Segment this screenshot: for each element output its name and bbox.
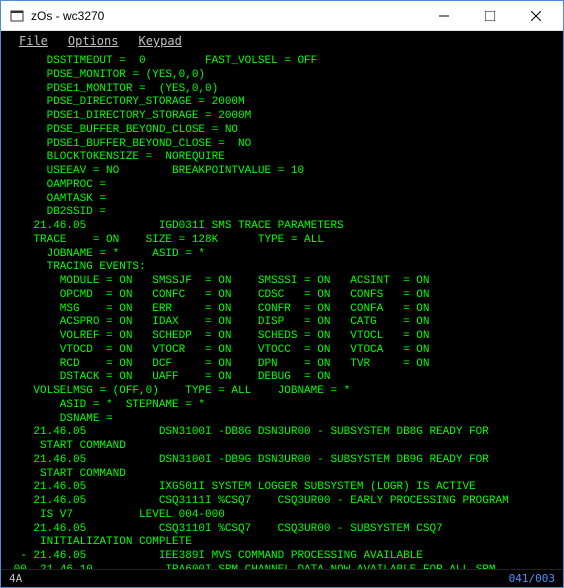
terminal-line: OAMPROC = — [7, 179, 557, 193]
menu-keypad[interactable]: Keypad — [128, 32, 191, 50]
terminal-screen[interactable]: DSSTIMEOUT = 0 FAST_VOLSEL = OFF PDSE_MO… — [1, 51, 563, 569]
terminal-line: ASID = * STEPNAME = * — [7, 399, 557, 413]
terminal-line: ACSPRO = ON IDAX = ON DISP = ON CATG = O… — [7, 316, 557, 330]
terminal-line: PDSE_DIRECTORY_STORAGE = 2000M — [7, 96, 557, 110]
window-controls — [421, 1, 559, 31]
terminal-line: PDSE_BUFFER_BEYOND_CLOSE = NO — [7, 124, 557, 138]
terminal-line: - 21.46.05 IEE389I MVS COMMAND PROCESSIN… — [7, 550, 557, 564]
terminal-line: PDSE1_DIRECTORY_STORAGE = 2000M — [7, 110, 557, 124]
terminal-line: 21.46.05 CSQ3110I %CSQ7 CSQ3UR00 - SUBSY… — [7, 523, 557, 537]
terminal-line: BLOCKTOKENSIZE = NOREQUIRE — [7, 151, 557, 165]
terminal-line: START COMMAND — [7, 468, 557, 482]
terminal-line: JOBNAME = * ASID = * — [7, 248, 557, 262]
terminal-line: 21.46.05 CSQ3111I %CSQ7 CSQ3UR00 - EARLY… — [7, 495, 557, 509]
terminal-line: MSG = ON ERR = ON CONFR = ON CONFA = ON — [7, 303, 557, 317]
app-icon — [9, 8, 25, 24]
terminal-line: OAMTASK = — [7, 193, 557, 207]
terminal-line: PDSE1_MONITOR = (YES,0,0) — [7, 83, 557, 97]
terminal-line: 21.46.05 IGD031I SMS TRACE PARAMETERS — [7, 220, 557, 234]
terminal-line: OPCMD = ON CONFC = ON CDSC = ON CONFS = … — [7, 289, 557, 303]
close-button[interactable] — [513, 1, 559, 31]
terminal-line: USEEAV = NO BREAKPOINTVALUE = 10 — [7, 165, 557, 179]
terminal-line: 21.46.05 DSN3100I -DB8G DSN3UR00 - SUBSY… — [7, 426, 557, 440]
status-left: 4A — [9, 572, 22, 585]
terminal-line: PDSE1_BUFFER_BEYOND_CLOSE = NO — [7, 138, 557, 152]
terminal-line: RCD = ON DCF = ON DPN = ON TVR = ON — [7, 358, 557, 372]
terminal-line: TRACE = ON SIZE = 128K TYPE = ALL — [7, 234, 557, 248]
menu-file[interactable]: File — [9, 32, 58, 50]
window-title: zOs - wc3270 — [31, 9, 421, 23]
terminal-line: IS V7 LEVEL 004-000 — [7, 509, 557, 523]
terminal-line: 21.46.05 IXG501I SYSTEM LOGGER SUBSYSTEM… — [7, 481, 557, 495]
terminal-line: DB2SSID = — [7, 206, 557, 220]
terminal-line: INITIALIZATION COMPLETE — [7, 536, 557, 550]
cursor-position: 041/003 — [509, 572, 555, 585]
minimize-button[interactable] — [421, 1, 467, 31]
terminal-line: DSSTIMEOUT = 0 FAST_VOLSEL = OFF — [7, 55, 557, 69]
maximize-button[interactable] — [467, 1, 513, 31]
terminal-line: VOLREF = ON SCHEDP = ON SCHEDS = ON VTOC… — [7, 330, 557, 344]
terminal-line: MODULE = ON SMSSJF = ON SMSSSI = ON ACSI… — [7, 275, 557, 289]
menubar: File Options Keypad — [1, 31, 563, 51]
terminal-line: 00 21.46.10 IRA600I SRM CHANNEL DATA NOW… — [7, 564, 557, 569]
terminal-line: DSTACK = ON UAFF = ON DEBUG = ON — [7, 371, 557, 385]
terminal-line: VTOCD = ON VTOCR = ON VTOCC = ON VTOCA =… — [7, 344, 557, 358]
status-bar: 4A 041/003 — [1, 569, 563, 587]
terminal-line: PDSE_MONITOR = (YES,0,0) — [7, 69, 557, 83]
terminal-line: 21.46.05 DSN3100I -DB9G DSN3UR00 - SUBSY… — [7, 454, 557, 468]
app-window: zOs - wc3270 File Options Keypad DSSTIME… — [0, 0, 564, 588]
titlebar[interactable]: zOs - wc3270 — [1, 1, 563, 31]
terminal-line: TRACING EVENTS: — [7, 261, 557, 275]
terminal-line: DSNAME = — [7, 413, 557, 427]
terminal-line: VOLSELMSG = (OFF,0) TYPE = ALL JOBNAME =… — [7, 385, 557, 399]
terminal-line: START COMMAND — [7, 440, 557, 454]
menu-options[interactable]: Options — [58, 32, 129, 50]
